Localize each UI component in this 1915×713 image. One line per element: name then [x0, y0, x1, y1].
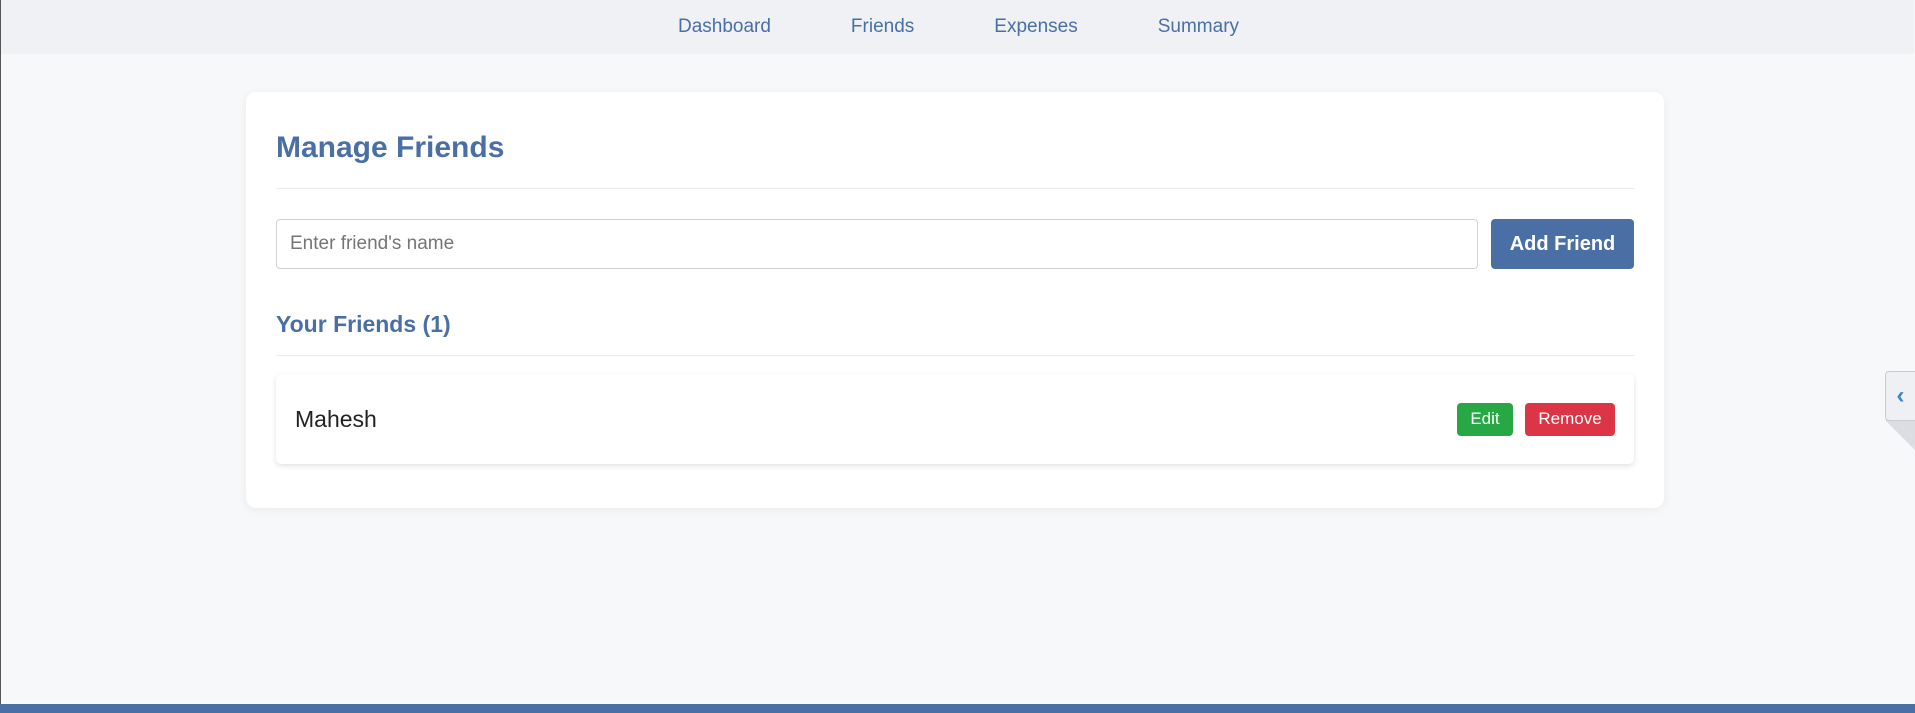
friend-name-input[interactable]	[276, 219, 1478, 269]
chevron-left-icon: ‹	[1896, 382, 1905, 409]
footer-bar	[0, 704, 1915, 713]
remove-button[interactable]: Remove	[1525, 402, 1615, 436]
add-friend-button[interactable]: Add Friend	[1491, 219, 1634, 269]
nav-link-expenses[interactable]: Expenses	[954, 16, 1117, 38]
friend-name: Mahesh	[295, 405, 377, 432]
side-panel-toggle[interactable]: ‹	[1885, 371, 1915, 421]
list-item: Mahesh Edit Remove	[276, 374, 1634, 464]
list-divider	[276, 355, 1634, 356]
page-left-border	[0, 0, 1, 713]
friend-actions: Edit Remove	[1457, 402, 1615, 436]
title-divider	[276, 188, 1634, 189]
top-navigation: Dashboard Friends Expenses Summary	[1, 0, 1914, 54]
nav-link-summary[interactable]: Summary	[1118, 16, 1279, 38]
page-title: Manage Friends	[276, 131, 505, 164]
manage-friends-card: Manage Friends Add Friend Your Friends (…	[246, 92, 1664, 508]
edit-button[interactable]: Edit	[1457, 402, 1513, 436]
nav-links: Dashboard Friends Expenses Summary	[638, 16, 1279, 38]
add-friend-form: Add Friend	[276, 219, 1634, 269]
friends-list-heading: Your Friends (1)	[276, 311, 451, 337]
nav-link-dashboard[interactable]: Dashboard	[638, 16, 811, 38]
side-panel-tab-tail	[1885, 420, 1915, 450]
nav-link-friends[interactable]: Friends	[811, 16, 954, 38]
